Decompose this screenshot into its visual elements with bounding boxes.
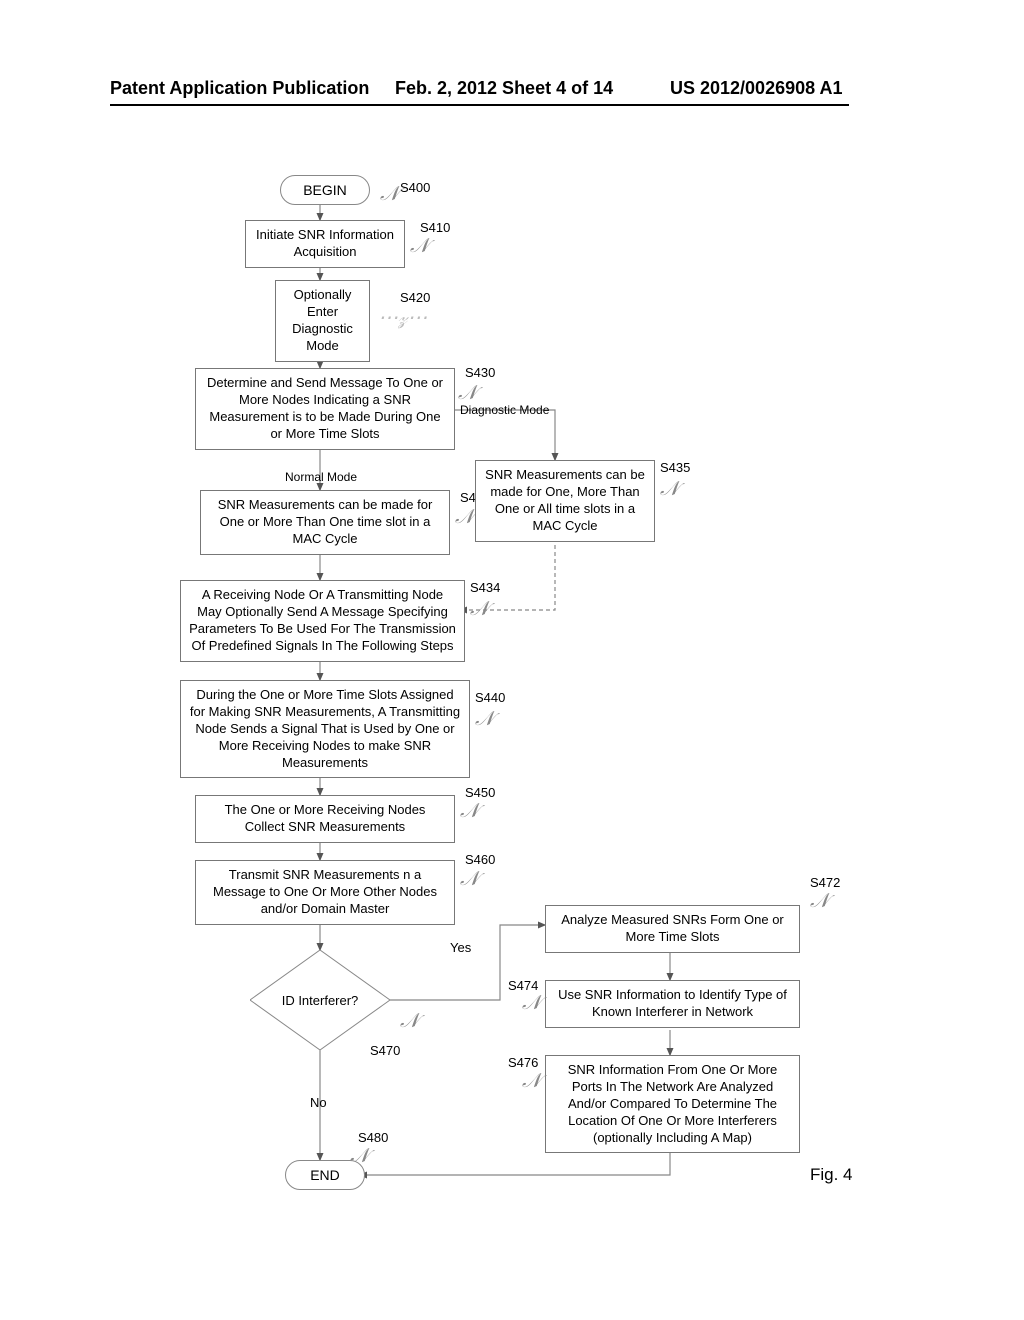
label-s430: S430 (465, 365, 495, 380)
s460-text: Transmit SNR Measurements n a Message to… (213, 867, 437, 916)
s472-text: Analyze Measured SNRs Form One or More T… (561, 912, 784, 944)
s476-text: SNR Information From One Or More Ports I… (568, 1062, 778, 1145)
header-rule (110, 104, 849, 106)
curl-icon: 𝒩 (458, 382, 477, 405)
curl-icon: 𝒩 (400, 1010, 419, 1033)
curl-icon: 𝒩 (460, 800, 479, 823)
step-s474: Use SNR Information to Identify Type of … (545, 980, 800, 1028)
curl-icon: 𝒩 (522, 1070, 541, 1093)
curl-icon: 𝒩 (660, 478, 679, 501)
flow-arrows (0, 150, 1024, 1280)
step-s440: During the One or More Time Slots Assign… (180, 680, 470, 778)
step-s450: The One or More Receiving Nodes Collect … (195, 795, 455, 843)
header-mid: Feb. 2, 2012 Sheet 4 of 14 (395, 78, 613, 99)
branch-yes: Yes (450, 940, 471, 955)
curl-icon: 𝒩 (470, 598, 489, 621)
s432-text: SNR Measurements can be made for One or … (218, 497, 433, 546)
s430-text: Determine and Send Message To One or Mor… (207, 375, 443, 441)
curl-icon: 𝒩 (380, 183, 399, 206)
label-s434: S434 (470, 580, 500, 595)
step-s472: Analyze Measured SNRs Form One or More T… (545, 905, 800, 953)
label-s400: S400 (400, 180, 430, 195)
terminator-begin: BEGIN (280, 175, 370, 205)
curl-icon: 𝒩 (455, 506, 474, 529)
s440-text: During the One or More Time Slots Assign… (190, 687, 460, 770)
curl-icon: 𝒩 (475, 708, 494, 731)
label-s435: S435 (660, 460, 690, 475)
header-left: Patent Application Publication (110, 78, 369, 99)
branch-normal-label: Normal Mode (285, 470, 357, 484)
begin-label: BEGIN (303, 182, 347, 198)
step-s476: SNR Information From One Or More Ports I… (545, 1055, 800, 1153)
s410-text: Initiate SNR Information Acquisition (256, 227, 394, 259)
step-s434: A Receiving Node Or A Transmitting Node … (180, 580, 465, 662)
s474-text: Use SNR Information to Identify Type of … (558, 987, 787, 1019)
label-s420: S420 (400, 290, 430, 305)
label-s410: S410 (420, 220, 450, 235)
curl-icon: 𝒩 (460, 868, 479, 891)
terminator-end: END (285, 1160, 365, 1190)
label-s440: S440 (475, 690, 505, 705)
end-label: END (310, 1167, 340, 1183)
step-s420: Optionally Enter Diagnostic Mode (275, 280, 370, 362)
label-s450: S450 (465, 785, 495, 800)
s470-text: ID Interferer? (250, 950, 390, 1050)
s450-text: The One or More Receiving Nodes Collect … (225, 802, 426, 834)
label-s460: S460 (465, 852, 495, 867)
step-s460: Transmit SNR Measurements n a Message to… (195, 860, 455, 925)
label-s476: S476 (508, 1055, 538, 1070)
step-s432: SNR Measurements can be made for One or … (200, 490, 450, 555)
curl-icon: ⋯𝓏⋯ (378, 305, 427, 330)
s435-text: SNR Measurements can be made for One, Mo… (485, 467, 645, 533)
decision-s470: ID Interferer? (250, 950, 390, 1050)
curl-icon: 𝒩 (522, 992, 541, 1015)
figure-label: Fig. 4 (810, 1165, 853, 1185)
label-s470: S470 (370, 1043, 400, 1058)
branch-diagnostic-label: Diagnostic Mode (460, 403, 549, 417)
s420-text: Optionally Enter Diagnostic Mode (292, 287, 353, 353)
branch-no: No (310, 1095, 327, 1110)
label-s472: S472 (810, 875, 840, 890)
step-s435: SNR Measurements can be made for One, Mo… (475, 460, 655, 542)
label-s480: S480 (358, 1130, 388, 1145)
s434-text: A Receiving Node Or A Transmitting Node … (189, 587, 456, 653)
step-s430: Determine and Send Message To One or Mor… (195, 368, 455, 450)
curl-icon: 𝒩 (410, 235, 429, 258)
step-s410: Initiate SNR Information Acquisition (245, 220, 405, 268)
curl-icon: 𝒩 (810, 890, 829, 913)
label-s474: S474 (508, 978, 538, 993)
header-right: US 2012/0026908 A1 (670, 78, 842, 99)
